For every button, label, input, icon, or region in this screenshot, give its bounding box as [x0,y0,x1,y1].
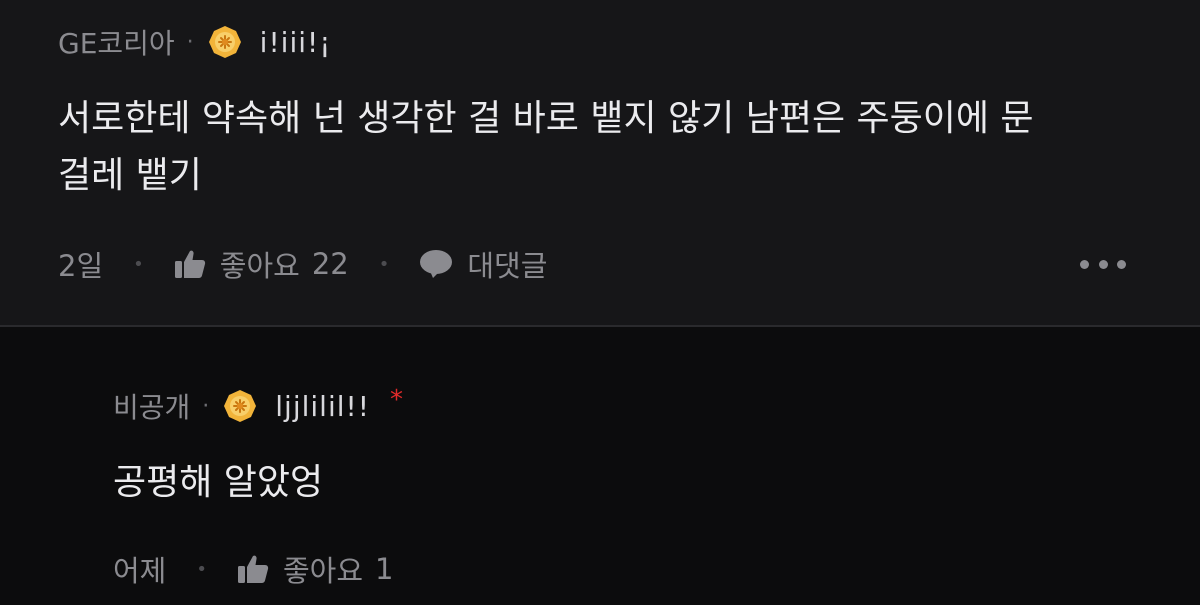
action-separator: • [196,558,207,580]
author-star-mark: * [389,385,403,415]
reply-actions: 어제 • 좋아요 1 [113,549,394,589]
reply-text: 공평해 알았엉 [113,462,324,503]
meta-separator: · [186,29,194,55]
comment-author[interactable]: GE코리아 [58,22,175,62]
like-button[interactable]: 좋아요 1 [237,548,394,590]
more-dot [1080,259,1089,269]
meta-separator: · [202,393,210,419]
comment-actions: 2일 • 좋아요 22 • 대댓글 [58,244,547,284]
more-options-button[interactable] [1080,251,1126,277]
action-separator: • [378,253,390,275]
reply-time: 어제 [113,554,167,588]
like-count: 1 [375,552,394,586]
more-dot [1117,259,1126,269]
comment-item: GE코리아 · i!iii!¡ 서로한테 약속해 넌 생각한 걸 바로 뱉지 않… [0,0,1200,327]
comment-text: 서로한테 약속해 넌 생각한 걸 바로 뱉지 않기 남편은 주둥이에 문 걸레 … [58,98,1034,196]
reply-button[interactable]: 대댓글 [419,243,547,285]
like-label: 좋아요 [283,554,364,588]
reply-label: 대댓글 [467,249,548,283]
thumbs-up-icon [238,555,269,583]
thumbs-up-icon [174,250,205,278]
comment-nickname[interactable]: i!iii!¡ [260,26,332,59]
reply-nickname[interactable]: ljjlilil!! [275,390,370,423]
like-count: 22 [311,247,349,281]
reply-item: 비공개 · ljjlilil!! * 공평해 알았엉 어제 • 좋아요 1 [0,327,1200,605]
comment-thread: GE코리아 · i!iii!¡ 서로한테 약속해 넌 생각한 걸 바로 뱉지 않… [0,0,1200,605]
speech-bubble-icon [420,250,453,278]
action-separator: • [133,253,144,275]
reply-author[interactable]: 비공개 [113,386,190,426]
reply-meta: 비공개 · ljjlilil!! * [113,385,403,426]
sun-badge-icon [208,25,242,59]
comment-meta: GE코리아 · i!iii!¡ [58,22,331,62]
more-dot [1098,259,1108,269]
sun-badge-icon [223,389,257,423]
like-label: 좋아요 [219,249,300,283]
comment-time: 2일 [58,249,104,283]
like-button[interactable]: 좋아요 22 [174,243,349,285]
